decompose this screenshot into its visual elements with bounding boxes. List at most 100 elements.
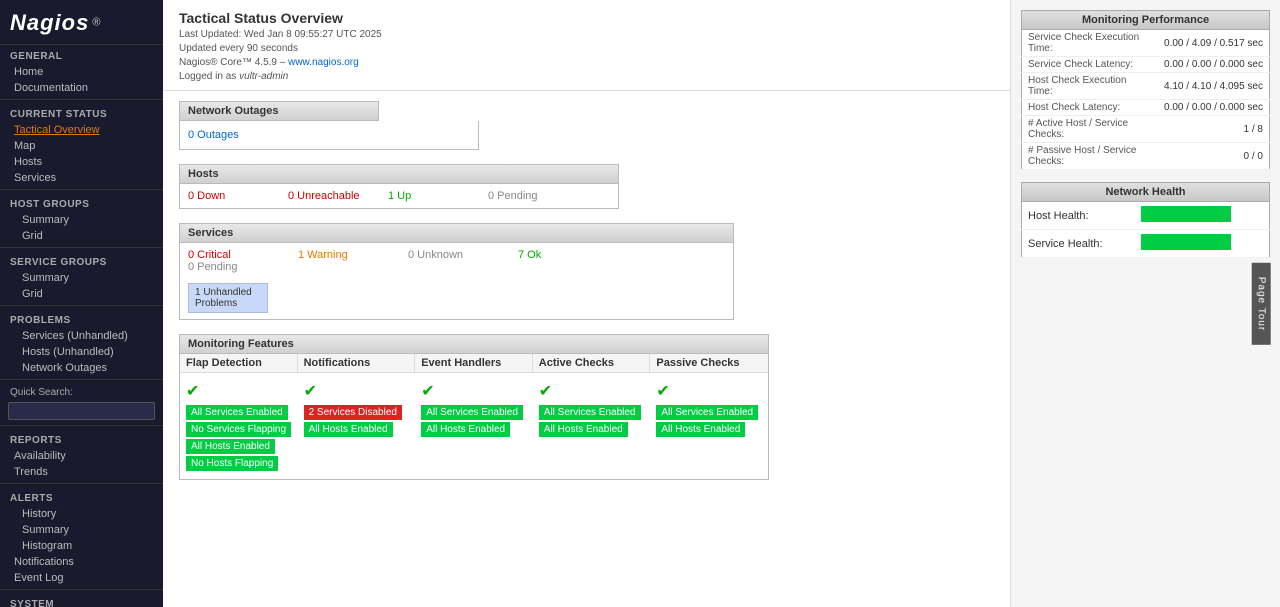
perf-label-4: # Active Host / Service Checks:: [1022, 116, 1158, 143]
feat-col-event: ✔ All Services Enabled All Hosts Enabled: [415, 379, 533, 473]
hosts-section: Hosts 0 Down 0 Unreachable 1 Up 0 Pendin…: [179, 164, 994, 209]
unhandled-badge-link[interactable]: 1 Unhandled Problems: [188, 283, 268, 313]
services-warning-cell: 1 Warning: [298, 249, 408, 261]
feat-header-event: Event Handlers: [415, 354, 533, 372]
notif-services-badge: 2 Services Disabled: [304, 405, 402, 420]
sidebar-item-trends[interactable]: Trends: [0, 464, 163, 480]
network-outages-title: Network Outages: [179, 101, 379, 121]
sidebar-item-alerts-history[interactable]: History: [0, 506, 163, 522]
system-header: System: [0, 593, 163, 607]
hosts-status-row: 0 Down 0 Unreachable 1 Up 0 Pending: [188, 190, 610, 202]
passive-services-badge: All Services Enabled: [656, 405, 758, 420]
perf-value-0: 0.00 / 4.09 / 0.517 sec: [1158, 30, 1270, 57]
perf-label-3: Host Check Latency:: [1022, 100, 1158, 116]
quick-search-label: Quick Search:: [0, 383, 163, 400]
services-title: Services: [179, 223, 734, 243]
sidebar-item-sg-grid[interactable]: Grid: [0, 286, 163, 302]
feat-col-notif: ✔ 2 Services Disabled All Hosts Enabled: [298, 379, 416, 473]
sidebar-item-services-unhandled[interactable]: Services (Unhandled): [0, 328, 163, 344]
reports-header: Reports: [0, 429, 163, 448]
sidebar-item-home[interactable]: Home: [0, 64, 163, 80]
sidebar-item-notifications[interactable]: Notifications: [0, 554, 163, 570]
hosts-table: 0 Down 0 Unreachable 1 Up 0 Pending: [179, 184, 619, 209]
sidebar-item-map[interactable]: Map: [0, 138, 163, 154]
sidebar-item-documentation[interactable]: Documentation: [0, 80, 163, 96]
sidebar-item-alerts-histogram[interactable]: Histogram: [0, 538, 163, 554]
username: vultr-admin: [239, 71, 288, 82]
sidebar-item-tactical-overview[interactable]: Tactical Overview: [0, 122, 163, 138]
flap-no-hosts-badge: No Hosts Flapping: [186, 456, 278, 471]
sidebar-item-services[interactable]: Services: [0, 170, 163, 186]
services-ok-cell: 7 Ok: [518, 249, 628, 261]
active-services-badge: All Services Enabled: [539, 405, 641, 420]
passive-hosts-badge: All Hosts Enabled: [656, 422, 745, 437]
general-section-header: General: [0, 45, 163, 64]
alerts-header: Alerts: [0, 487, 163, 506]
sidebar-item-event-log[interactable]: Event Log: [0, 570, 163, 586]
network-health-title: Network Health: [1021, 182, 1270, 202]
nagios-version: Nagios® Core™ 4.5.9 – www.nagios.org: [179, 56, 994, 70]
unhandled-badge-container: 1 Unhandled Problems: [188, 279, 725, 313]
page-title: Tactical Status Overview: [179, 10, 994, 26]
hosts-down-link[interactable]: 0 Down: [188, 190, 225, 202]
hosts-pending-link[interactable]: 0 Pending: [488, 190, 538, 202]
services-pending-cell: 0 Pending: [188, 261, 298, 273]
service-health-bar-cell: [1135, 230, 1269, 258]
right-panel: Monitoring Performance Service Check Exe…: [1010, 0, 1280, 607]
monitoring-features-table: Flap Detection Notifications Event Handl…: [179, 354, 769, 480]
perf-label-2: Host Check Execution Time:: [1022, 73, 1158, 100]
logged-in-text: Logged in as vultr-admin: [179, 70, 994, 84]
sidebar-item-hg-summary[interactable]: Summary: [0, 212, 163, 228]
services-unknown-cell: 0 Unknown: [408, 249, 518, 261]
nagios-url-link[interactable]: www.nagios.org: [288, 57, 359, 68]
feat-header-flap: Flap Detection: [180, 354, 298, 372]
main-content: Tactical Status Overview Last Updated: W…: [163, 0, 1010, 607]
perf-row-5: # Passive Host / Service Checks:0 / 0: [1022, 143, 1270, 170]
quick-search-input[interactable]: [8, 402, 155, 420]
current-status-header: Current Status: [0, 103, 163, 122]
flap-check-icon: ✔: [186, 381, 199, 401]
flap-hosts-badge: All Hosts Enabled: [186, 439, 275, 454]
monitoring-performance-title: Monitoring Performance: [1021, 10, 1270, 30]
perf-row-4: # Active Host / Service Checks:1 / 8: [1022, 116, 1270, 143]
hosts-up-link[interactable]: 1 Up: [388, 190, 411, 202]
feat-header-notif: Notifications: [298, 354, 416, 372]
services-table: 0 Critical 1 Warning 0 Unknown 7 Ok 0 Pe…: [179, 243, 734, 320]
hosts-up-cell: 1 Up: [388, 190, 488, 202]
service-health-bar: [1141, 234, 1231, 250]
services-warning-link[interactable]: 1 Warning: [298, 249, 348, 261]
health-table: Host Health: Service Health:: [1021, 202, 1270, 258]
hosts-unreachable-link[interactable]: 0 Unreachable: [288, 190, 360, 202]
services-critical-link[interactable]: 0 Critical: [188, 249, 231, 261]
service-groups-header: Service Groups: [0, 251, 163, 270]
last-updated: Last Updated: Wed Jan 8 09:55:27 UTC 202…: [179, 28, 994, 42]
event-hosts-badge: All Hosts Enabled: [421, 422, 510, 437]
main-body: Network Outages 0 Outages Hosts 0 Down 0…: [163, 91, 1010, 490]
problems-header: Problems: [0, 309, 163, 328]
perf-label-1: Service Check Latency:: [1022, 57, 1158, 73]
notif-check-icon: ✔: [304, 381, 317, 401]
sidebar-item-hg-grid[interactable]: Grid: [0, 228, 163, 244]
hosts-title: Hosts: [179, 164, 619, 184]
active-check-icon: ✔: [539, 381, 552, 401]
monitoring-features-title: Monitoring Features: [179, 334, 769, 354]
perf-value-2: 4.10 / 4.10 / 4.095 sec: [1158, 73, 1270, 100]
event-services-badge: All Services Enabled: [421, 405, 523, 420]
sidebar-item-hosts-unhandled[interactable]: Hosts (Unhandled): [0, 344, 163, 360]
page-tour-button[interactable]: Page Tour: [1251, 262, 1270, 344]
features-body-row: ✔ All Services Enabled No Services Flapp…: [180, 373, 768, 479]
services-pending-link[interactable]: 0 Pending: [188, 261, 238, 273]
sidebar-item-hosts[interactable]: Hosts: [0, 154, 163, 170]
sidebar-logo: Nagios ®: [0, 0, 163, 45]
network-health-section: Network Health Host Health: Service Heal…: [1021, 182, 1270, 258]
sidebar-item-alerts-summary[interactable]: Summary: [0, 522, 163, 538]
sidebar-item-availability[interactable]: Availability: [0, 448, 163, 464]
services-ok-link[interactable]: 7 Ok: [518, 249, 541, 261]
sidebar-item-sg-summary[interactable]: Summary: [0, 270, 163, 286]
hosts-down-cell: 0 Down: [188, 190, 288, 202]
outage-count-link[interactable]: 0 Outages: [188, 129, 239, 141]
service-health-row: Service Health:: [1022, 230, 1270, 258]
services-unknown-link[interactable]: 0 Unknown: [408, 249, 463, 261]
feat-header-passive: Passive Checks: [650, 354, 768, 372]
sidebar-item-network-outages[interactable]: Network Outages: [0, 360, 163, 376]
